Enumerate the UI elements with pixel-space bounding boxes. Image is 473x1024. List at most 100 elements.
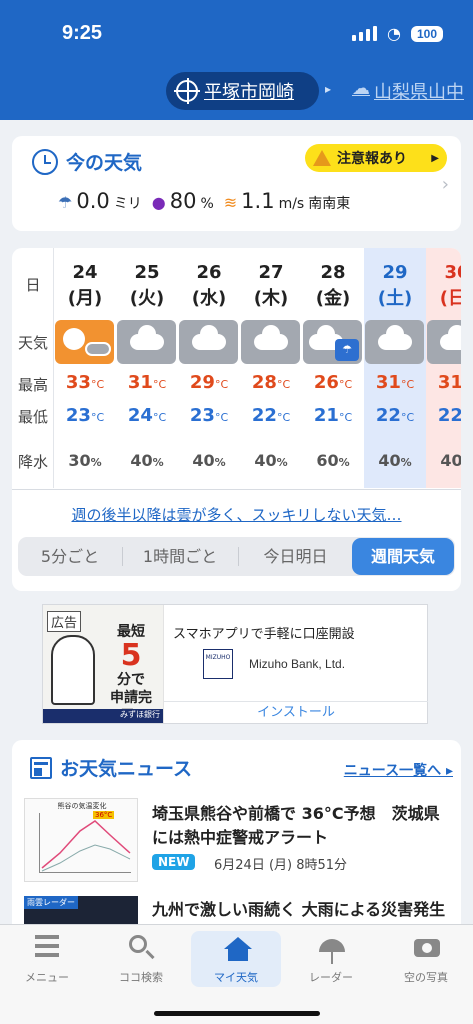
high-temp: 28°C [251, 372, 291, 393]
ad-image[interactable]: 広告 最短 5 分で 申請完了! みずほ銀行 [43, 605, 164, 723]
newspaper-icon [30, 756, 52, 779]
app-header: 9:25 ◔ 100 平塚市岡崎 ▸ ☁ 山梨県山中 [0, 0, 473, 120]
day-number: 27 [258, 262, 284, 283]
day-weekday: (金) [315, 288, 351, 309]
news-headline[interactable]: 埼玉県熊谷や前橋で 36°C予想 茨城県には熱中症警戒アラート [152, 802, 450, 850]
wind-stat: ≋ 1.1 m/s 南南東 [224, 189, 350, 213]
forecast-mode-selector: 5分ごと 1時間ごと 今日明日 週間天気 [18, 537, 455, 576]
humidity-drop-icon: ● [151, 193, 166, 212]
home-icon [224, 935, 252, 961]
warning-button[interactable]: 注意報あり ▶ [305, 144, 447, 172]
ad-headline-3: 分で [117, 672, 145, 688]
ad-headline-2: 5 [120, 638, 142, 673]
day-number: 24 [72, 262, 98, 283]
row-label-precip: 降水 [17, 453, 48, 471]
news-headline[interactable]: 九州で激しい雨続く 大雨による災害発生 [152, 898, 450, 922]
humidity-value: 80 [169, 189, 197, 213]
precip-unit: ミリ [113, 196, 142, 212]
forecast-day-column[interactable]: 27 (木) 28°C 22°C 40% [240, 248, 302, 488]
mode-weekly-tab[interactable]: 週間天気 [352, 538, 454, 575]
next-location-tab[interactable]: ☁ 山梨県山中 [352, 78, 464, 104]
low-temp: 22°C [437, 405, 461, 426]
thumb-chart-lines [41, 820, 131, 872]
high-temp: 31°C [375, 372, 415, 393]
day-weekday: (火) [129, 288, 165, 309]
tab-my-weather[interactable]: マイ天気 [191, 931, 281, 987]
precip-chance: 60% [316, 451, 350, 470]
ad-figure-illustration [51, 635, 95, 705]
crosshair-icon [174, 78, 200, 104]
news-title: お天気ニュース [30, 754, 192, 781]
precip-chance: 40% [192, 451, 226, 470]
wind-direction: 南南東 [308, 196, 351, 212]
mode-5min-tab[interactable]: 5分ごと [18, 537, 122, 576]
high-temp: 26°C [313, 372, 353, 393]
low-temp: 22°C [251, 405, 291, 426]
wind-value: 1.1 [241, 189, 275, 213]
ad-install-button[interactable]: インストール [164, 701, 428, 723]
current-weather-title: 今の天気 [32, 148, 142, 175]
news-date: 6月24日 (月) 8時51分 [214, 858, 348, 873]
news-thumbnail[interactable]: 熊谷の気温変化 36°C [24, 798, 138, 882]
day-weekday: (木) [253, 288, 289, 309]
high-temp: 31°C [437, 372, 461, 393]
chevron-right-icon: › [441, 174, 449, 195]
rain-cloud-icon: ☂ [58, 193, 73, 212]
thumb-peak: 36°C [93, 811, 115, 819]
day-number: 26 [196, 262, 222, 283]
forecast-day-column[interactable]: 24 (月) 33°C 23°C 30% [54, 248, 116, 488]
mode-hourly-tab[interactable]: 1時間ごと [123, 537, 237, 576]
tab-menu[interactable]: メニュー [2, 931, 92, 987]
wind-icon: ≋ [223, 193, 238, 212]
divider [12, 489, 461, 490]
day-number: 29 [382, 262, 408, 283]
battery-icon: 100 [410, 25, 443, 42]
day-number: 30 [444, 262, 461, 283]
tab-sky-photos[interactable]: 空の写真 [381, 931, 471, 987]
day-weekday: (日) [439, 288, 461, 309]
row-label-day: 日 [25, 276, 41, 294]
low-temp: 24°C [127, 405, 167, 426]
forecast-day-column[interactable]: 30 (日) 31°C 22°C 40% [426, 248, 461, 488]
tab-label: マイ天気 [214, 971, 258, 984]
chevron-right-icon: ▶ [431, 152, 439, 164]
forecast-day-column[interactable]: 29 (土) 31°C 22°C 40% [364, 248, 426, 488]
clock-icon [32, 148, 58, 175]
humidity-stat: ● 80 % [152, 189, 214, 213]
search-icon [129, 935, 155, 961]
current-weather-card[interactable]: 今の天気 注意報あり ▶ ☂ 0.0 ミリ ● 80 % ≋ 1.1 m/s 南… [12, 136, 461, 231]
high-temp: 31°C [127, 372, 167, 393]
ad-brand: Mizuho Bank, Ltd. [249, 657, 346, 671]
forecast-row-labels: 日 天気 最高 最低 降水 [12, 248, 54, 488]
wind-unit: m/s [278, 196, 305, 212]
precip-chance: 40% [130, 451, 164, 470]
precip-chance: 40% [378, 451, 412, 470]
low-temp: 22°C [375, 405, 415, 426]
cloudy-icon [427, 320, 461, 364]
news-list-link[interactable]: ニュース一覧へ ▸ [344, 760, 453, 780]
location-name: 平塚市岡崎 [204, 82, 294, 103]
cloudy-icon [241, 320, 300, 364]
forecast-summary-link[interactable]: 週の後半以降は雲が多く、スッキリしない天気… [12, 504, 461, 525]
ad-headline: 最短 5 分で 申請完了! [101, 623, 161, 723]
ad-tag: 広告 [47, 611, 82, 632]
tab-search[interactable]: ココ検索 [96, 931, 186, 987]
ad-text: スマホアプリで手軽に口座開設 [173, 627, 355, 642]
location-chip[interactable]: 平塚市岡崎 [166, 72, 319, 110]
thumb-title: 熊谷の気温変化 [57, 802, 107, 810]
weekly-forecast-card: 日 天気 最高 最低 降水 24 (月) 33°C 23°C 30% 25 (火) 31°C 2… [12, 248, 461, 591]
forecast-day-column[interactable]: 25 (火) 31°C 24°C 40% [116, 248, 178, 488]
current-weather-label: 今の天気 [66, 152, 143, 174]
weather-news-card: お天気ニュース ニュース一覧へ ▸ 熊谷の気温変化 36°C 埼玉県熊谷や前橋で… [12, 740, 461, 940]
day-number: 28 [320, 262, 346, 283]
ad-banner[interactable]: 広告 最短 5 分で 申請完了! みずほ銀行 スマホアプリで手軽に口座開設 MI… [42, 604, 428, 724]
mode-today-tomorrow-tab[interactable]: 今日明日 [239, 537, 352, 576]
forecast-day-column[interactable]: 28 (金) ☂ 26°C 21°C 60% [302, 248, 364, 488]
high-temp: 29°C [189, 372, 229, 393]
menu-icon [35, 935, 61, 961]
day-weekday: (水) [191, 288, 227, 309]
forecast-day-column[interactable]: 26 (水) 29°C 23°C 40% [178, 248, 240, 488]
mizuho-logo: MIZUHO [203, 649, 233, 679]
tab-radar[interactable]: レーダー [286, 931, 376, 987]
precip-value: 0.0 [76, 189, 110, 213]
